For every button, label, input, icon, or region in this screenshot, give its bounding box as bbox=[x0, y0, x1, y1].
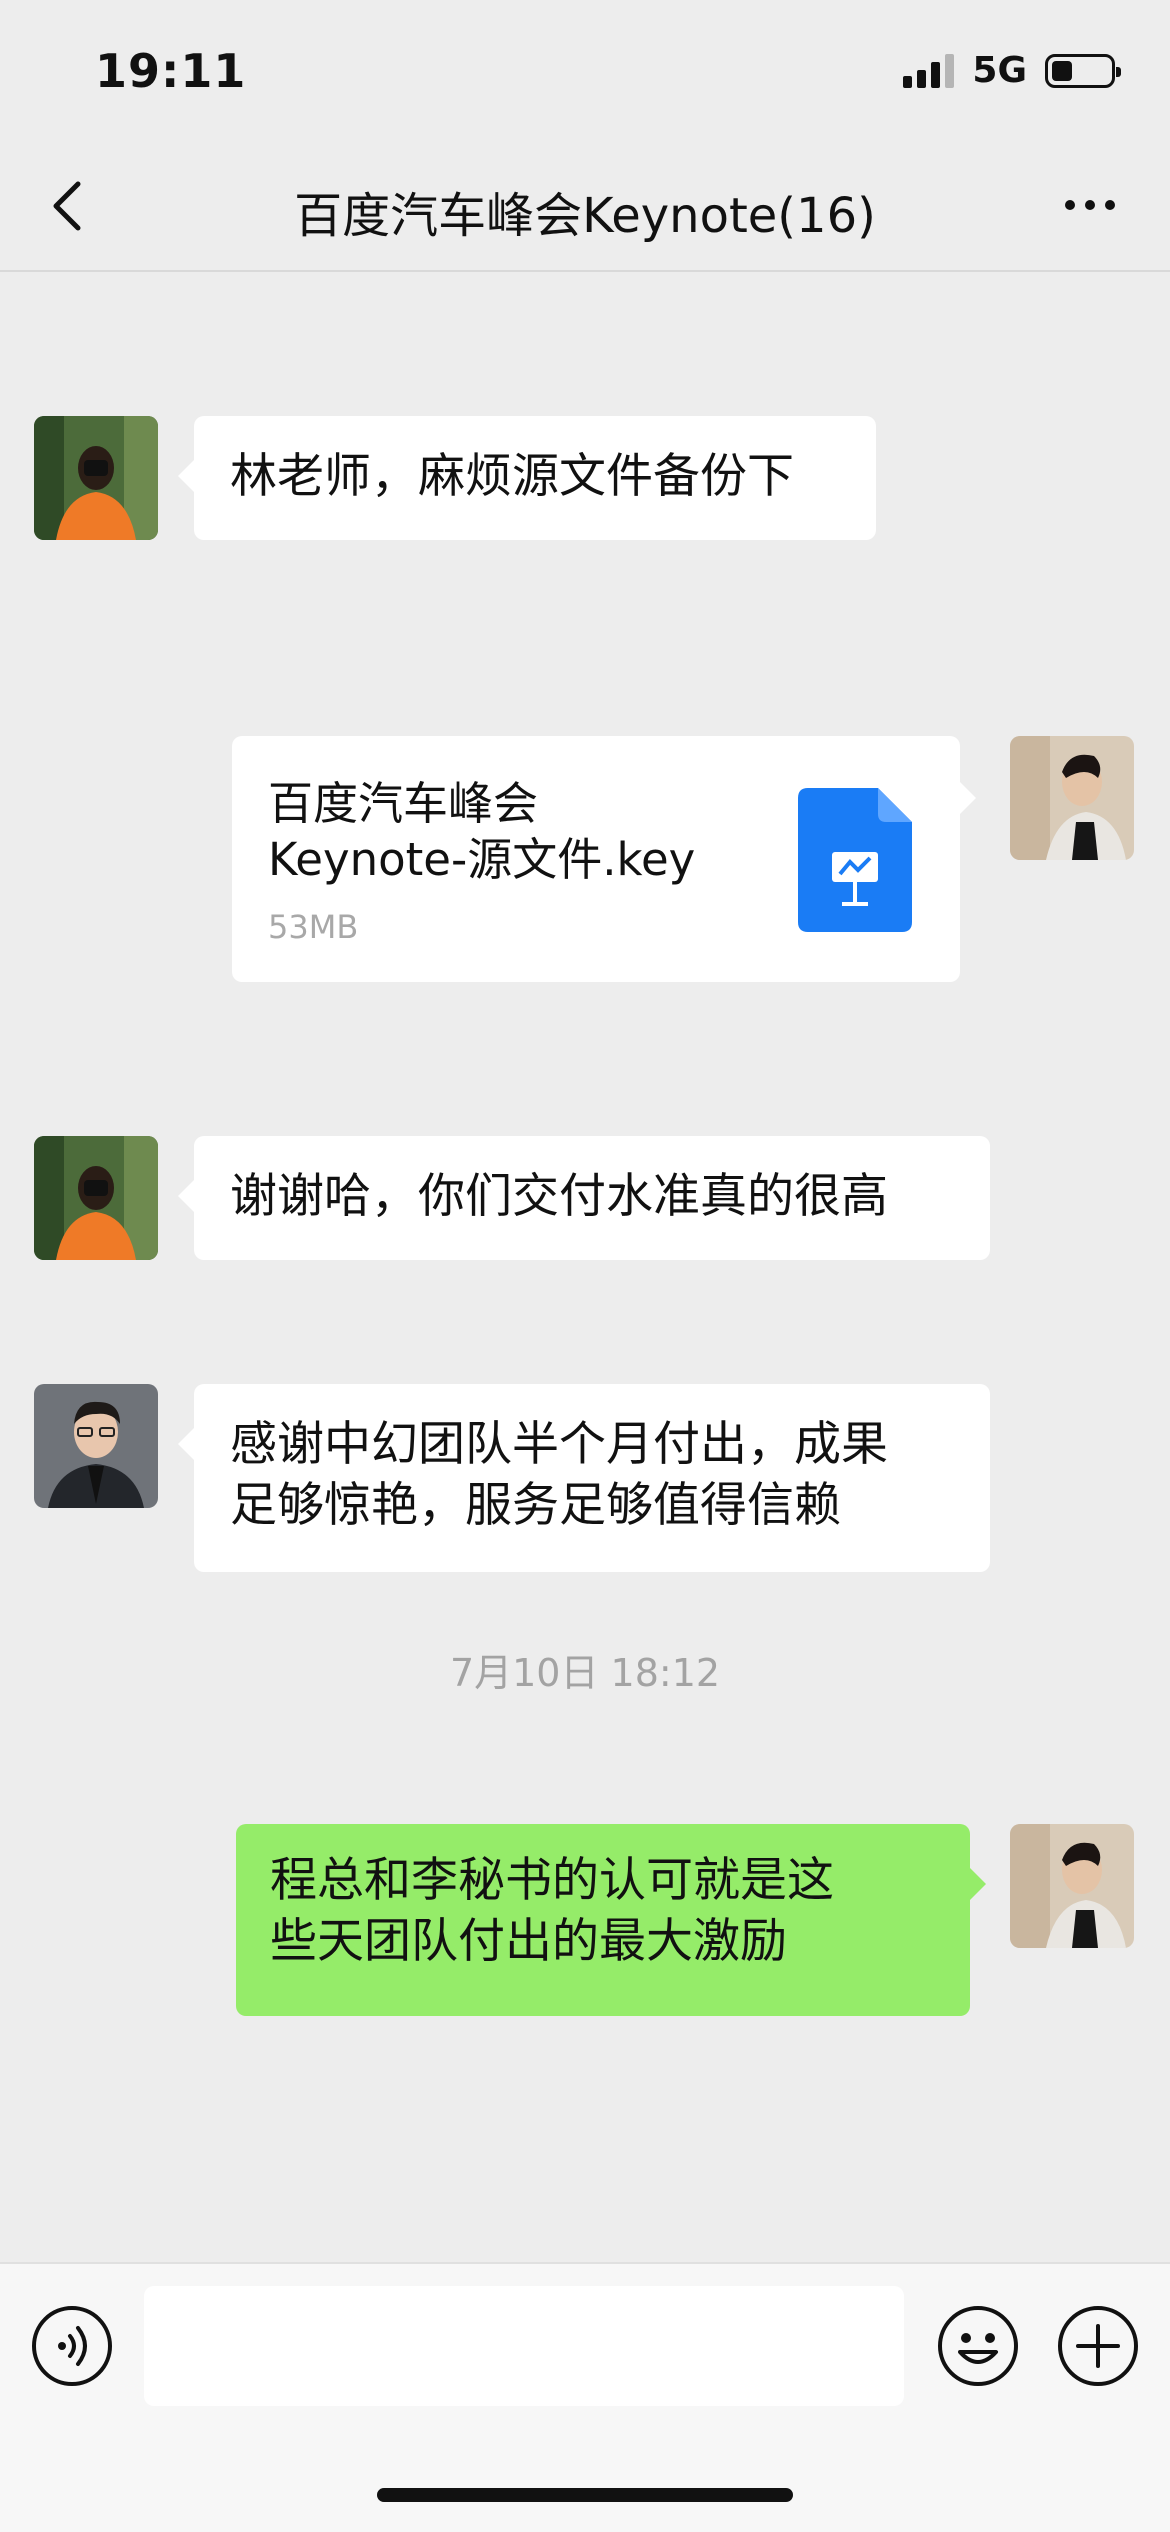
message-text: 谢谢哈，你们交付水准真的很高 bbox=[230, 1169, 888, 1224]
chat-header: 百度汽车峰会Keynote(16) bbox=[0, 140, 1170, 272]
avatar-woman[interactable] bbox=[34, 416, 158, 540]
file-name: 百度汽车峰会 Keynote-源文件.key bbox=[268, 776, 748, 889]
status-bar: 19:11 5G bbox=[0, 0, 1170, 140]
message-bubble[interactable]: 谢谢哈，你们交付水准真的很高 bbox=[178, 1136, 990, 1260]
outgoing-message-bubble[interactable]: 程总和李秘书的认可就是这 些天团队付出的最大激励 bbox=[236, 1824, 986, 2016]
chat-timestamp: 7月10日 18:12 bbox=[449, 1651, 721, 1695]
voice-icon[interactable] bbox=[30, 2304, 114, 2388]
message-bubble[interactable]: 感谢中幻团队半个月付出，成果 足够惊艳，服务足够值得信赖 bbox=[178, 1384, 990, 1572]
home-indicator[interactable] bbox=[377, 2488, 793, 2502]
file-name-line2: Keynote-源文件.key bbox=[268, 833, 696, 887]
avatar-self[interactable] bbox=[1010, 1824, 1134, 1948]
message-text-line1: 感谢中幻团队半个月付出，成果 bbox=[230, 1417, 888, 1472]
ellipsis-icon[interactable] bbox=[1050, 180, 1130, 230]
message-text-line1: 程总和李秘书的认可就是这 bbox=[270, 1853, 834, 1908]
message-input[interactable] bbox=[144, 2286, 904, 2406]
message-bubble[interactable]: 林老师，麻烦源文件备份下 bbox=[178, 416, 876, 540]
file-name-line1: 百度汽车峰会 bbox=[268, 777, 539, 830]
status-indicators: 5G bbox=[903, 50, 1121, 91]
plus-icon[interactable] bbox=[1056, 2304, 1140, 2388]
avatar-man-glasses[interactable] bbox=[34, 1384, 158, 1508]
chat-title: 百度汽车峰会Keynote(16) bbox=[294, 188, 876, 244]
file-size: 53MB bbox=[268, 908, 359, 946]
battery-icon bbox=[1045, 53, 1121, 88]
file-message[interactable]: 百度汽车峰会 Keynote-源文件.key 53MB bbox=[232, 736, 976, 982]
status-time: 19:11 bbox=[95, 44, 247, 98]
message-text-line2: 些天团队付出的最大激励 bbox=[270, 1914, 787, 1970]
network-type: 5G bbox=[972, 50, 1027, 91]
message-text-line2: 足够惊艳，服务足够值得信赖 bbox=[230, 1478, 841, 1534]
avatar-woman[interactable] bbox=[34, 1136, 158, 1260]
chevron-left-icon[interactable] bbox=[42, 176, 102, 236]
message-text: 林老师，麻烦源文件备份下 bbox=[230, 449, 794, 504]
emoji-icon[interactable] bbox=[936, 2304, 1020, 2388]
keynote-icon bbox=[798, 788, 912, 932]
avatar-self[interactable] bbox=[1010, 736, 1134, 860]
signal-strength-icon bbox=[903, 53, 955, 88]
